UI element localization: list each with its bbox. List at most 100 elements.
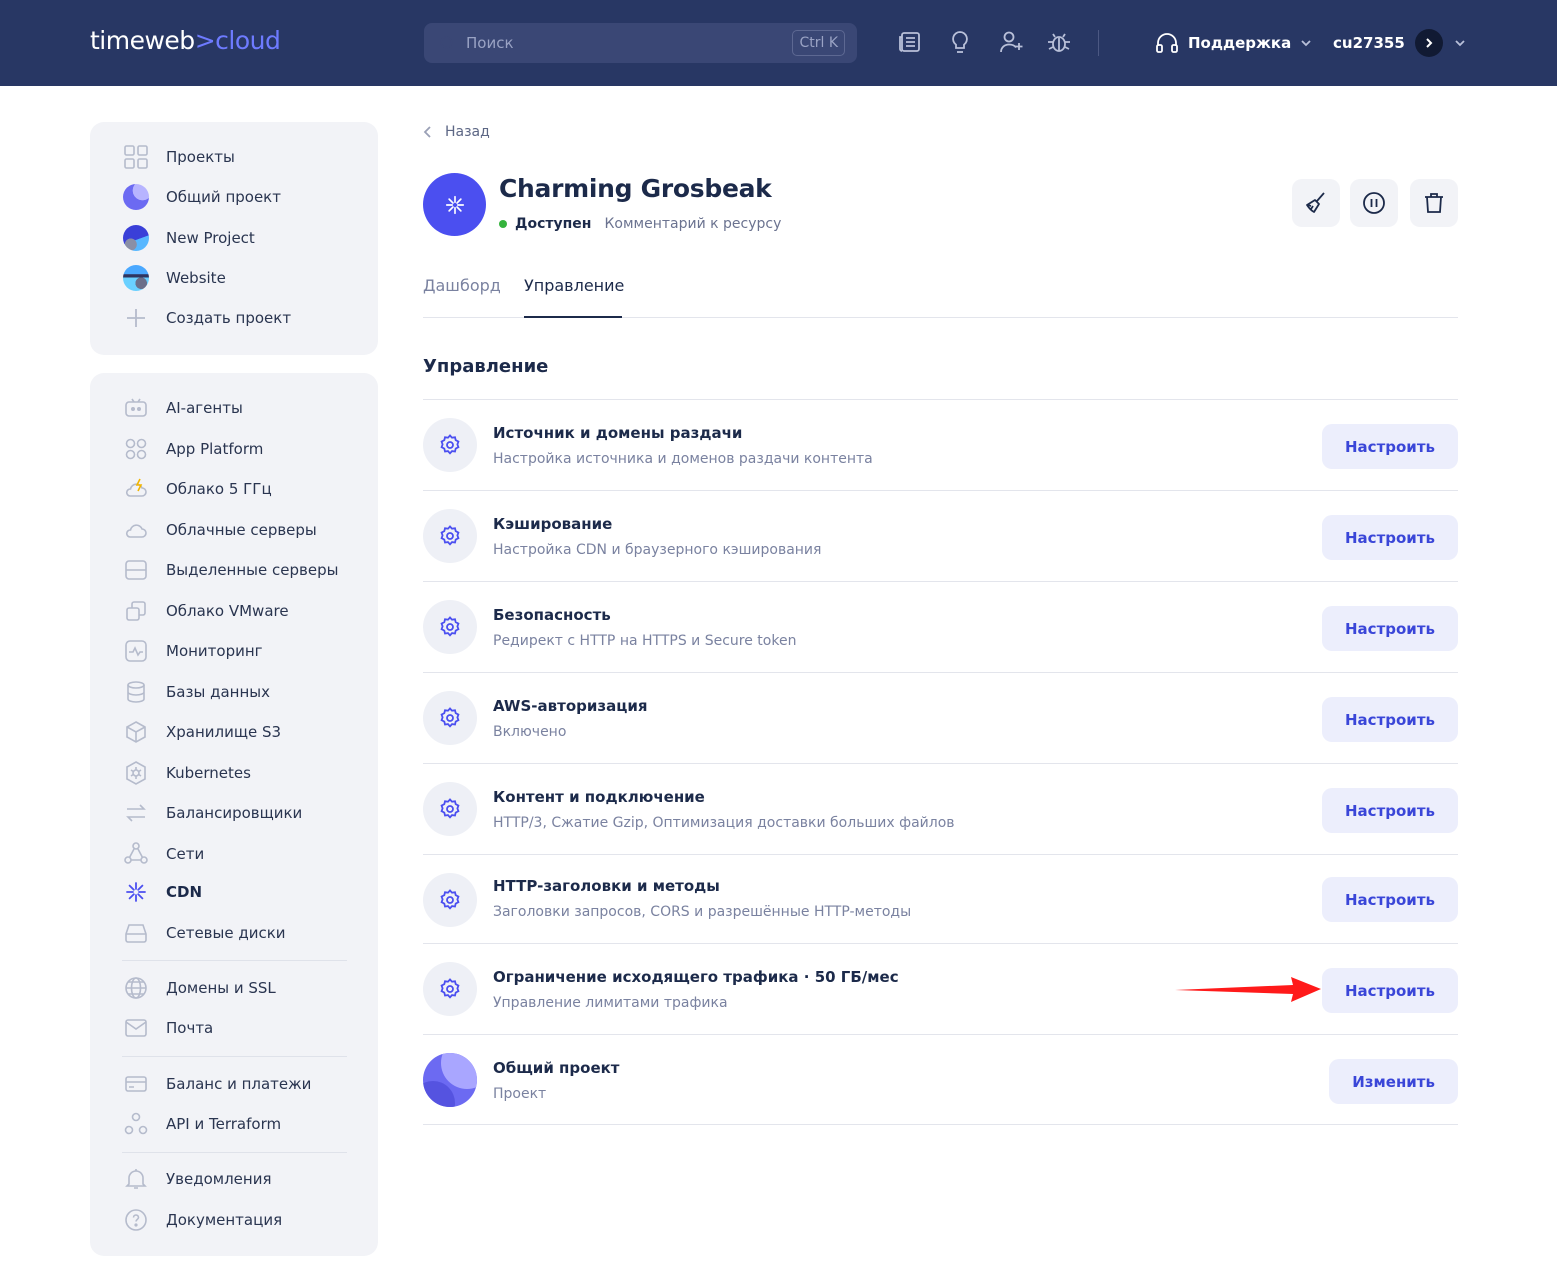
broom-icon	[1306, 192, 1325, 213]
sidebar-item-dedicated-servers[interactable]: Выделенные серверы	[122, 555, 338, 585]
vmware-icon	[122, 597, 150, 625]
support-menu[interactable]: Поддержка	[1154, 28, 1313, 58]
robot-icon	[122, 394, 150, 422]
sidebar-item-vmware[interactable]: Облако VMware	[122, 596, 289, 626]
sidebar-item-common-project[interactable]: Общий проект	[122, 182, 281, 212]
trash-icon	[1425, 193, 1443, 213]
row-subtitle: Настройка CDN и браузерного кэширования	[493, 542, 822, 558]
search-box[interactable]: Ctrl K	[424, 23, 857, 63]
configure-button[interactable]: Настроить	[1322, 968, 1458, 1013]
sidebar-item-label: AI-агенты	[166, 399, 243, 417]
sidebar-item-databases[interactable]: Базы данных	[122, 677, 270, 707]
configure-button[interactable]: Настроить	[1322, 515, 1458, 560]
sidebar-item-label: New Project	[166, 229, 255, 247]
tab-management[interactable]: Управление	[524, 276, 624, 295]
sidebar-item-label: Хранилище S3	[166, 723, 282, 741]
sidebar-item-cloud-servers[interactable]: Облачные серверы	[122, 515, 317, 545]
card-icon	[122, 1070, 150, 1098]
sidebar-item-new-project[interactable]: New Project	[122, 223, 255, 253]
row-title: Общий проект	[493, 1059, 620, 1077]
resource-avatar	[423, 173, 486, 236]
sidebar-item-label: Мониторинг	[166, 642, 263, 660]
settings-row: AWS-авторизация Включено Настроить	[423, 672, 1458, 763]
sidebar-item-label: Website	[166, 269, 226, 287]
sidebar-item-notifications[interactable]: Уведомления	[122, 1164, 271, 1194]
cube-icon	[122, 718, 150, 746]
back-link[interactable]: Назад	[423, 124, 490, 140]
sidebar-item-website[interactable]: Website	[122, 263, 226, 293]
network-icon	[122, 840, 150, 868]
sidebar-item-label: Облако VMware	[166, 602, 289, 620]
sidebar-item-domains[interactable]: Домены и SSL	[122, 973, 276, 1003]
sidebar-item-balancers[interactable]: Балансировщики	[122, 798, 302, 828]
cdn-icon	[122, 878, 150, 906]
add-user-icon[interactable]	[997, 28, 1025, 56]
sidebar-item-label: App Platform	[166, 440, 264, 458]
sidebar-item-label: CDN	[166, 883, 203, 901]
sidebar-item-mail[interactable]: Почта	[122, 1013, 213, 1043]
tab-dashboard[interactable]: Дашборд	[423, 276, 501, 295]
gear-icon	[423, 962, 477, 1016]
pause-icon	[1363, 192, 1385, 214]
sidebar-item-ai-agents[interactable]: AI-агенты	[122, 393, 243, 423]
help-icon	[122, 1206, 150, 1234]
delete-button[interactable]	[1410, 179, 1458, 227]
sidebar-item-api[interactable]: API и Terraform	[122, 1109, 281, 1139]
sidebar-item-monitoring[interactable]: Мониторинг	[122, 636, 263, 666]
sidebar-item-s3[interactable]: Хранилище S3	[122, 717, 281, 747]
row-title: Ограничение исходящего трафика · 50 ГБ/м…	[493, 968, 899, 986]
sidebar-item-kubernetes[interactable]: Kubernetes	[122, 758, 251, 788]
sidebar-item-cloud-5ghz[interactable]: Облако 5 ГГц	[122, 474, 272, 504]
row-title: HTTP-заголовки и методы	[493, 877, 720, 895]
back-label: Назад	[445, 124, 490, 140]
project-avatar	[122, 224, 150, 252]
gear-icon	[423, 509, 477, 563]
sidebar-item-network-disks[interactable]: Сетевые диски	[122, 918, 286, 948]
sidebar-item-label: API и Terraform	[166, 1115, 282, 1133]
chevron-left-icon	[423, 126, 431, 138]
sidebar-item-label: Документация	[166, 1211, 283, 1229]
configure-button[interactable]: Настроить	[1322, 877, 1458, 922]
account-name: cu27355	[1333, 34, 1405, 52]
gear-icon	[423, 873, 477, 927]
configure-button[interactable]: Настроить	[1322, 788, 1458, 833]
sidebar-item-billing[interactable]: Баланс и платежи	[122, 1069, 311, 1099]
logo[interactable]: timeweb>cloud	[90, 26, 281, 55]
balancer-icon	[122, 799, 150, 827]
gear-icon	[423, 418, 477, 472]
news-icon[interactable]	[896, 28, 924, 56]
clear-cache-button[interactable]	[1292, 179, 1340, 227]
sidebar-item-label: Создать проект	[166, 309, 292, 327]
header-divider	[1098, 30, 1099, 56]
sidebar-item-label: Выделенные серверы	[166, 561, 339, 579]
sidebar-item-projects[interactable]: Проекты	[122, 142, 235, 172]
sidebar-item-networks[interactable]: Сети	[122, 839, 204, 869]
headset-icon	[1156, 33, 1178, 53]
sidebar-item-label: Общий проект	[166, 188, 281, 206]
configure-button[interactable]: Настроить	[1322, 606, 1458, 651]
sidebar-item-label: Сети	[166, 845, 205, 863]
row-title: Кэширование	[493, 515, 613, 533]
configure-button[interactable]: Настроить	[1322, 697, 1458, 742]
sidebar-item-label: Kubernetes	[166, 764, 251, 782]
sidebar-item-app-platform[interactable]: App Platform	[122, 434, 263, 464]
monitoring-icon	[122, 637, 150, 665]
sidebar-item-create-project[interactable]: Создать проект	[122, 303, 291, 333]
sidebar-item-docs[interactable]: Документация	[122, 1205, 282, 1235]
pause-button[interactable]	[1350, 179, 1398, 227]
account-menu[interactable]: cu27355	[1333, 28, 1467, 58]
change-project-button[interactable]: Изменить	[1329, 1059, 1458, 1104]
status-dot	[499, 220, 507, 228]
section-title: Управление	[423, 356, 549, 377]
configure-button[interactable]: Настроить	[1322, 424, 1458, 469]
row-subtitle: Проект	[493, 1086, 547, 1102]
projects-panel: Проекты Общий проект New Project Website…	[90, 122, 378, 355]
active-tab-indicator	[524, 316, 622, 318]
lightbulb-icon[interactable]	[946, 28, 974, 56]
comment-link[interactable]: Комментарий к ресурсу	[604, 216, 781, 232]
row-title: Источник и домены раздачи	[493, 424, 743, 442]
row-subtitle: Включено	[493, 724, 567, 740]
plus-icon	[122, 304, 150, 332]
bug-icon[interactable]	[1045, 28, 1073, 56]
sidebar-item-cdn[interactable]: CDN	[122, 877, 202, 907]
